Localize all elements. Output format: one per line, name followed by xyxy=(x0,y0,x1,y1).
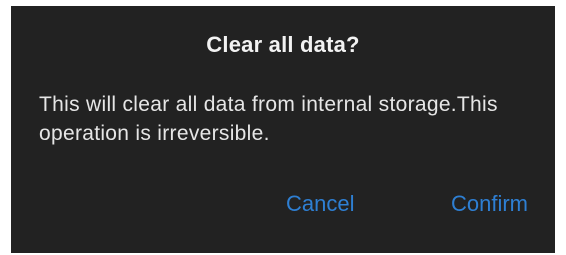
confirm-button[interactable]: Confirm xyxy=(451,188,528,220)
dialog-message: This will clear all data from internal s… xyxy=(39,93,498,145)
cancel-button[interactable]: Cancel xyxy=(286,188,354,220)
dialog-title: Clear all data? xyxy=(206,32,360,57)
clear-data-dialog: Clear all data? This will clear all data… xyxy=(11,6,555,253)
dialog-actions: Cancel Confirm xyxy=(11,188,555,220)
